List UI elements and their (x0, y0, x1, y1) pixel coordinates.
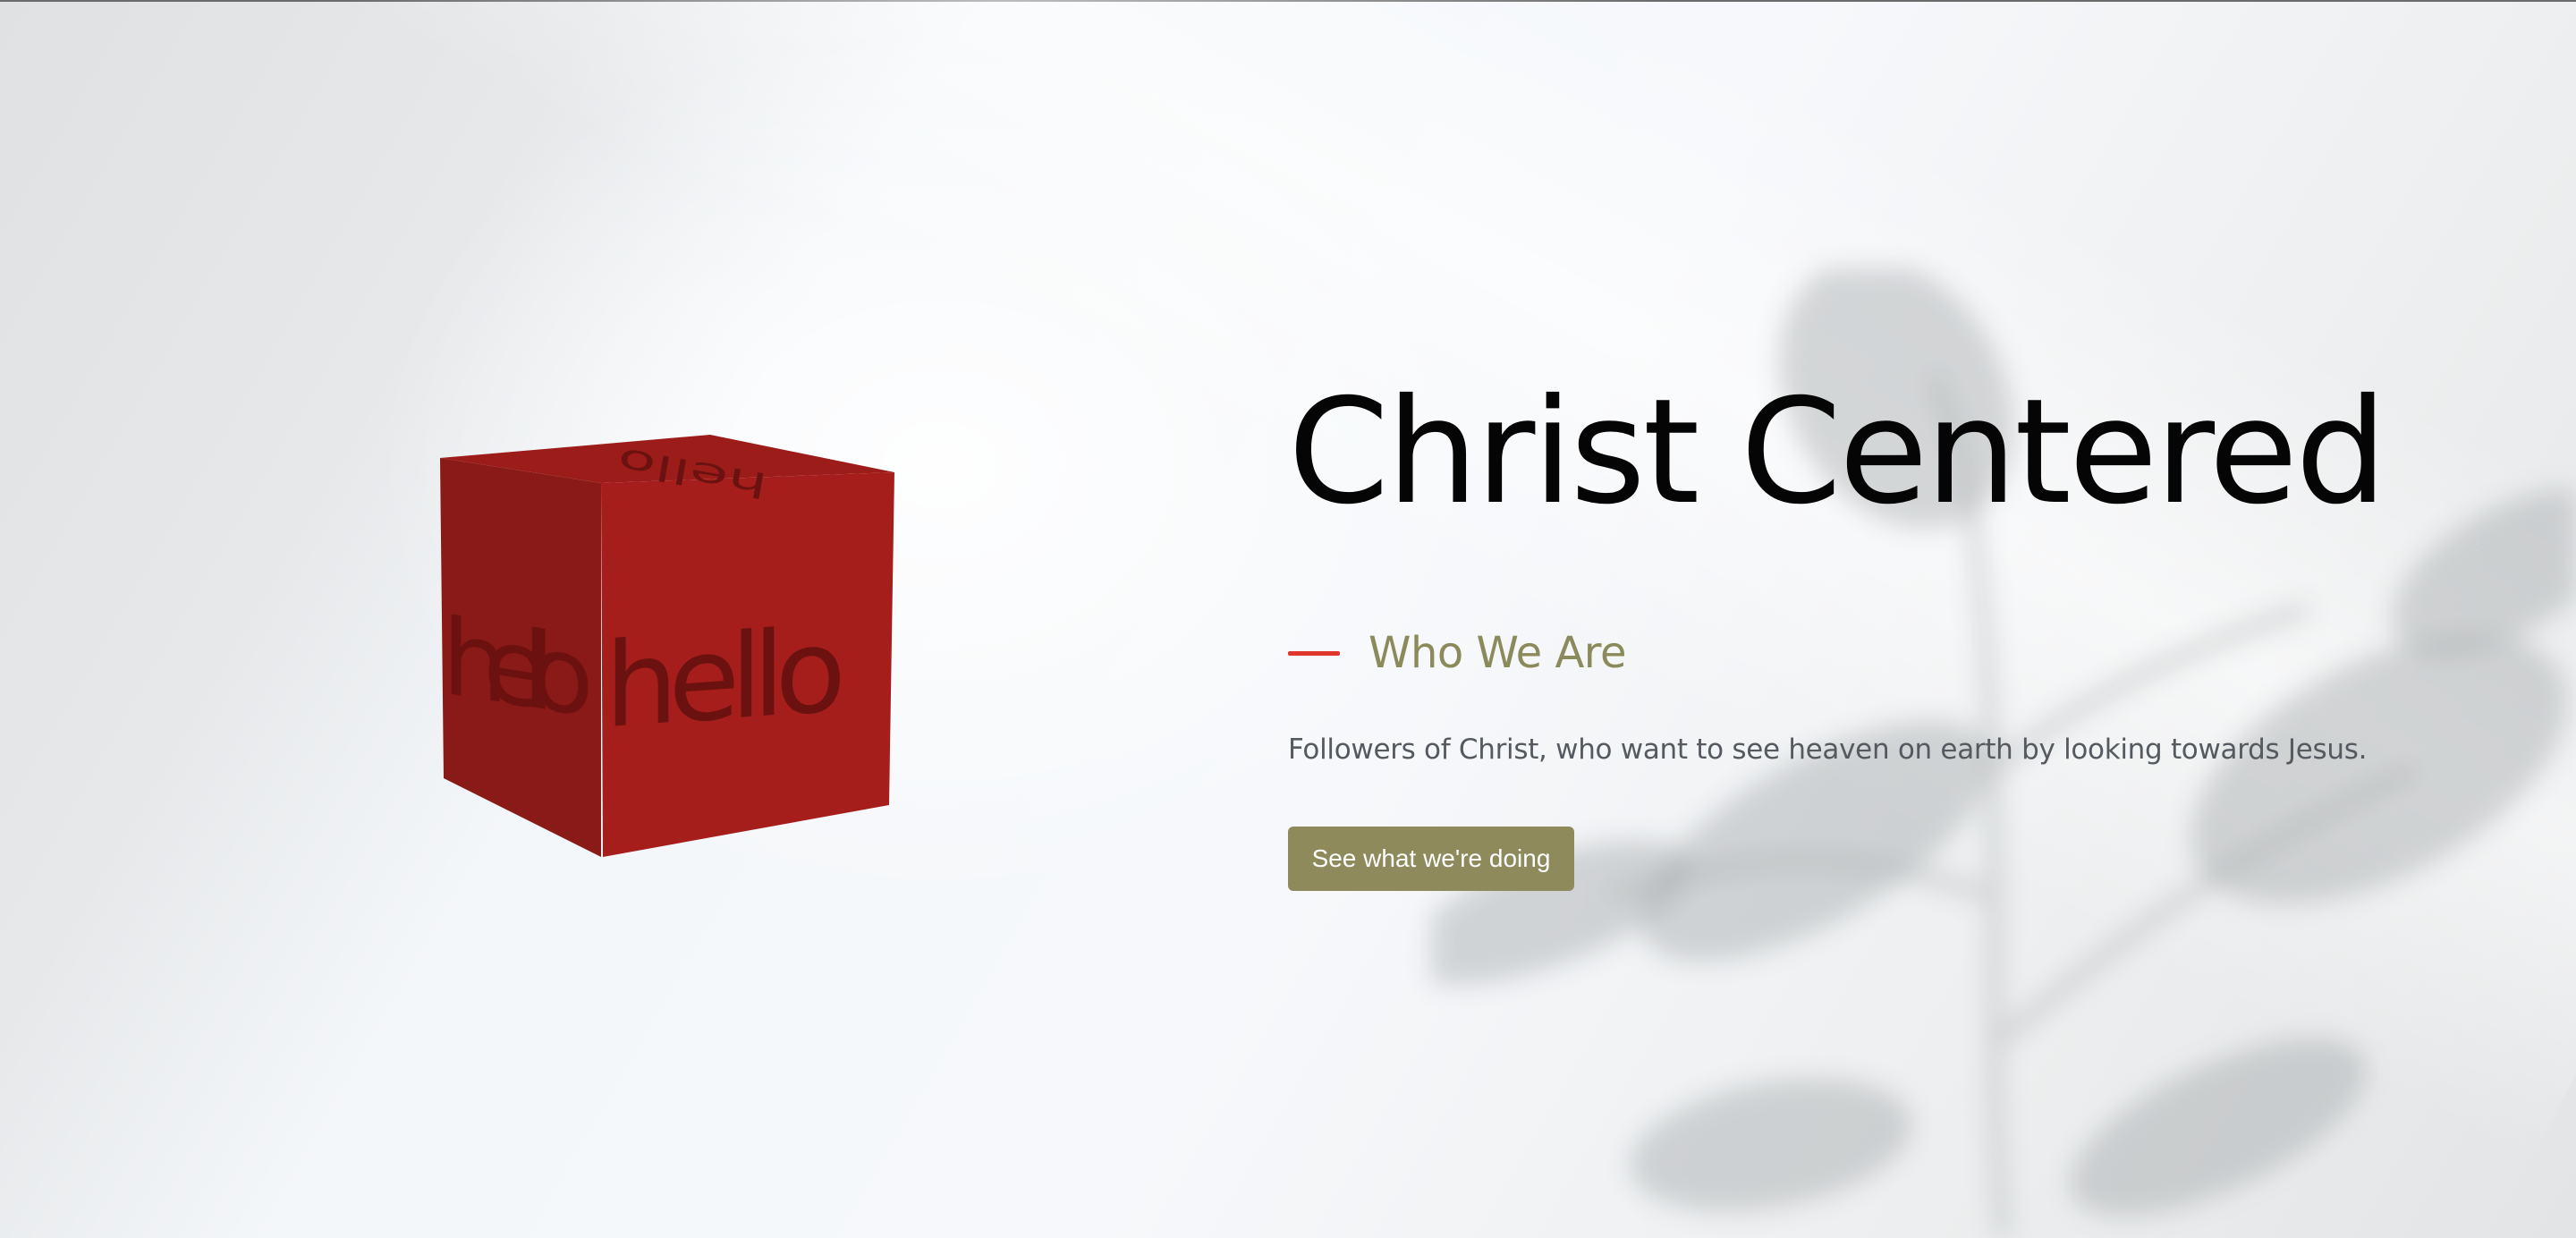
page-title: Christ Centered (1288, 369, 2387, 537)
kicker-text: Who We Are (1368, 628, 1627, 678)
section-kicker: Who We Are (1288, 626, 1627, 680)
hello-cube: hello hello hello (429, 429, 912, 859)
accent-line (1288, 650, 1340, 656)
hero-section: hello hello hello Christ Centered Who We… (0, 0, 2576, 1238)
cube-front-text: hello (605, 602, 846, 755)
cube-graphic: hello hello hello (440, 435, 894, 857)
cube-left-text: hello (442, 596, 594, 742)
hero-description: Followers of Christ, who want to see hea… (1288, 733, 2368, 766)
see-what-were-doing-button[interactable]: See what we're doing (1288, 827, 1574, 891)
